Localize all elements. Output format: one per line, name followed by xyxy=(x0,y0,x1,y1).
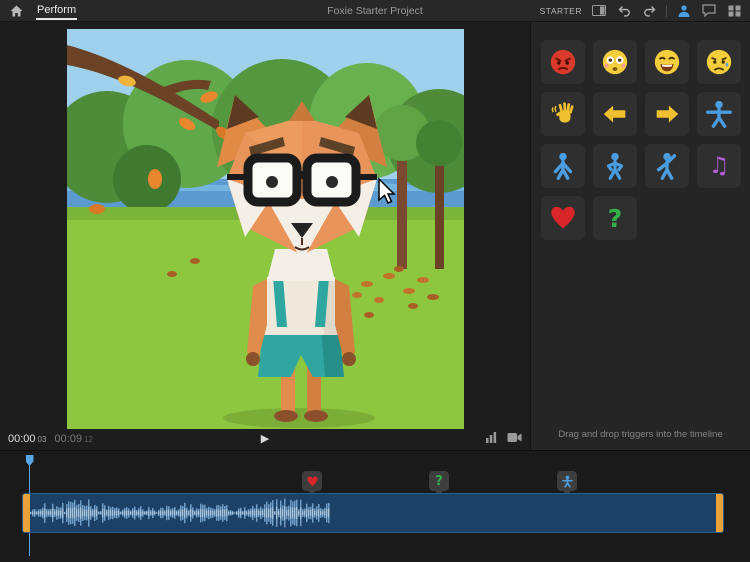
pose-arms-down-icon xyxy=(548,151,578,181)
panels-icon[interactable] xyxy=(726,4,742,18)
trigger-angry-face[interactable] xyxy=(541,40,585,84)
duration-frames: 12 xyxy=(84,435,93,444)
trigger-point-left[interactable] xyxy=(593,92,637,136)
point-right-icon xyxy=(652,99,682,129)
timecode: 00:0003 00:0912 xyxy=(8,433,93,445)
track-trim-handle-left[interactable] xyxy=(23,494,30,532)
home-icon[interactable] xyxy=(8,3,24,19)
current-frames: 03 xyxy=(38,435,47,444)
face-tracking-person-icon[interactable] xyxy=(676,4,692,18)
timeline-marker-question[interactable]: ? xyxy=(429,471,449,491)
triggers-panel: ♫ ? Drag and drop triggers into the time… xyxy=(530,22,750,450)
trigger-flushed-face[interactable] xyxy=(593,40,637,84)
tab-perform[interactable]: Perform xyxy=(36,1,77,20)
laughing-face-icon xyxy=(652,47,682,77)
wave-hand-icon xyxy=(548,99,578,129)
stage-scene[interactable] xyxy=(67,29,464,429)
question-icon: ? xyxy=(435,474,443,489)
timeline-panel: ? xyxy=(0,450,750,562)
trigger-wave-hand[interactable] xyxy=(541,92,585,136)
redo-icon[interactable] xyxy=(641,4,657,18)
triggers-hint: Drag and drop triggers into the timeline xyxy=(531,429,750,440)
track-trim-handle-right[interactable] xyxy=(716,494,723,532)
current-time: 00:00 xyxy=(8,433,36,445)
pose-icon xyxy=(561,475,574,488)
playhead-handle[interactable] xyxy=(26,455,34,466)
trigger-pose-arms-down[interactable] xyxy=(541,144,585,188)
trigger-sad-face[interactable] xyxy=(697,40,741,84)
top-bar: Perform Foxie Starter Project STARTER xyxy=(0,0,750,22)
camera-icon[interactable] xyxy=(507,430,522,448)
flushed-face-icon xyxy=(600,47,630,77)
duration-time: 00:09 xyxy=(54,433,82,445)
audio-track[interactable] xyxy=(22,493,724,533)
trigger-grid: ♫ ? xyxy=(531,22,750,240)
character-animator-app: Perform Foxie Starter Project STARTER xyxy=(0,0,750,562)
heart-icon xyxy=(306,475,319,488)
workspace-toggle-icon[interactable] xyxy=(591,4,607,18)
trigger-music-note[interactable]: ♫ xyxy=(697,144,741,188)
trigger-laughing-face[interactable] xyxy=(645,40,689,84)
trigger-pose-arms-out[interactable] xyxy=(697,92,741,136)
pose-arm-raised-icon xyxy=(652,151,682,181)
toolbar-divider xyxy=(666,5,667,17)
audio-waveform xyxy=(30,494,330,532)
transport-bar: 00:0003 00:0912 ▶ xyxy=(0,429,530,448)
chat-icon[interactable] xyxy=(701,4,717,18)
timeline-marker-heart[interactable] xyxy=(302,471,322,491)
stage-area: 00:0003 00:0912 ▶ xyxy=(0,22,530,450)
timeline-marker-pose[interactable] xyxy=(557,471,577,491)
trigger-question[interactable]: ? xyxy=(593,196,637,240)
angry-face-icon xyxy=(548,47,578,77)
trigger-point-right[interactable] xyxy=(645,92,689,136)
starter-badge: STARTER xyxy=(540,6,582,16)
music-note-icon: ♫ xyxy=(709,153,730,179)
trigger-pose-arm-raised[interactable] xyxy=(645,144,689,188)
scene-illustration xyxy=(67,29,464,429)
question-icon: ? xyxy=(608,204,623,233)
pose-arms-out-icon xyxy=(704,99,734,129)
heart-icon xyxy=(548,203,578,233)
pose-hands-hips-icon xyxy=(600,151,630,181)
play-button[interactable]: ▶ xyxy=(261,433,269,444)
undo-icon[interactable] xyxy=(616,4,632,18)
trigger-pose-hands-hips[interactable] xyxy=(593,144,637,188)
point-left-icon xyxy=(600,99,630,129)
sad-face-icon xyxy=(704,47,734,77)
trigger-heart[interactable] xyxy=(541,196,585,240)
levels-icon[interactable] xyxy=(485,430,497,448)
